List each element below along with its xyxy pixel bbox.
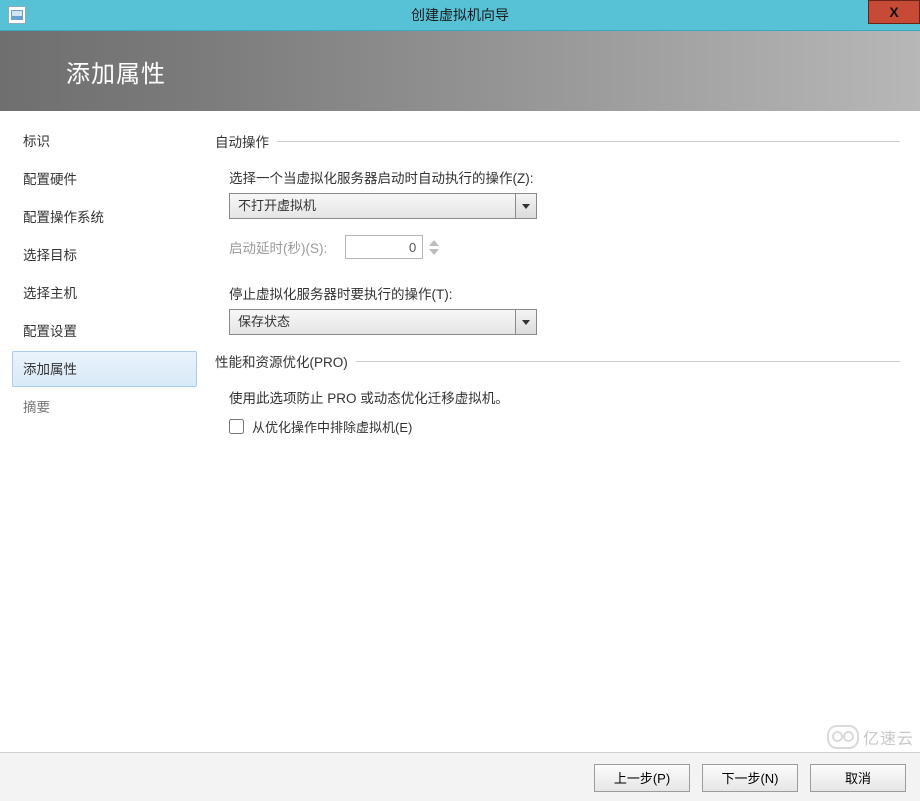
startup-delay-spinner[interactable] [429,240,439,255]
chevron-down-icon[interactable] [515,194,536,218]
start-action-value: 不打开虚拟机 [230,194,515,218]
nav-item-os[interactable]: 配置操作系统 [12,199,197,235]
nav-item-properties[interactable]: 添加属性 [12,351,197,387]
startup-delay-field: 启动延时(秒)(S): [229,235,900,259]
group-divider [277,141,900,142]
startup-delay-input[interactable] [345,235,423,259]
chevron-down-icon[interactable] [515,310,536,334]
exclude-optimization-label: 从优化操作中排除虚拟机(E) [252,417,412,436]
wizard-body: 标识 配置硬件 配置操作系统 选择目标 选择主机 配置设置 添加属性 摘要 自动… [0,111,920,752]
group-label: 性能和资源优化(PRO) [215,351,348,371]
window-title: 创建虚拟机向导 [0,5,920,25]
page-title: 添加属性 [66,54,166,89]
stop-action-label: 停止虚拟化服务器时要执行的操作(T): [229,283,900,303]
spinner-up-icon[interactable] [429,240,439,246]
wizard-footer: 上一步(P) 下一步(N) 取消 [0,752,920,801]
stop-action-value: 保存状态 [230,310,515,334]
app-icon [8,6,26,24]
nav-item-hardware[interactable]: 配置硬件 [12,161,197,197]
exclude-optimization-checkbox[interactable] [229,419,244,434]
title-bar: 创建虚拟机向导 X [0,0,920,31]
group-label: 自动操作 [215,131,269,151]
group-divider [356,361,900,362]
previous-button[interactable]: 上一步(P) [594,764,690,792]
nav-item-summary[interactable]: 摘要 [12,389,197,425]
cancel-button[interactable]: 取消 [810,764,906,792]
close-button[interactable]: X [868,0,920,24]
pro-description: 使用此选项防止 PRO 或动态优化迁移虚拟机。 [229,387,900,407]
exclude-optimization-field: 从优化操作中排除虚拟机(E) [229,417,900,436]
content-pane: 自动操作 选择一个当虚拟化服务器启动时自动执行的操作(Z): 不打开虚拟机 启动… [205,111,920,752]
nav-item-settings[interactable]: 配置设置 [12,313,197,349]
start-action-select[interactable]: 不打开虚拟机 [229,193,537,219]
start-action-field: 选择一个当虚拟化服务器启动时自动执行的操作(Z): 不打开虚拟机 [229,167,900,219]
nav-item-host[interactable]: 选择主机 [12,275,197,311]
startup-delay-label: 启动延时(秒)(S): [229,237,327,257]
sidebar: 标识 配置硬件 配置操作系统 选择目标 选择主机 配置设置 添加属性 摘要 [0,111,205,752]
wizard-header: 添加属性 [0,31,920,111]
start-action-label: 选择一个当虚拟化服务器启动时自动执行的操作(Z): [229,167,900,187]
stop-action-select[interactable]: 保存状态 [229,309,537,335]
stop-action-field: 停止虚拟化服务器时要执行的操作(T): 保存状态 [229,283,900,335]
nav-item-identity[interactable]: 标识 [12,123,197,159]
group-auto-operations: 自动操作 [215,131,900,151]
nav-item-target[interactable]: 选择目标 [12,237,197,273]
spinner-down-icon[interactable] [429,249,439,255]
group-pro: 性能和资源优化(PRO) [215,351,900,371]
next-button[interactable]: 下一步(N) [702,764,798,792]
